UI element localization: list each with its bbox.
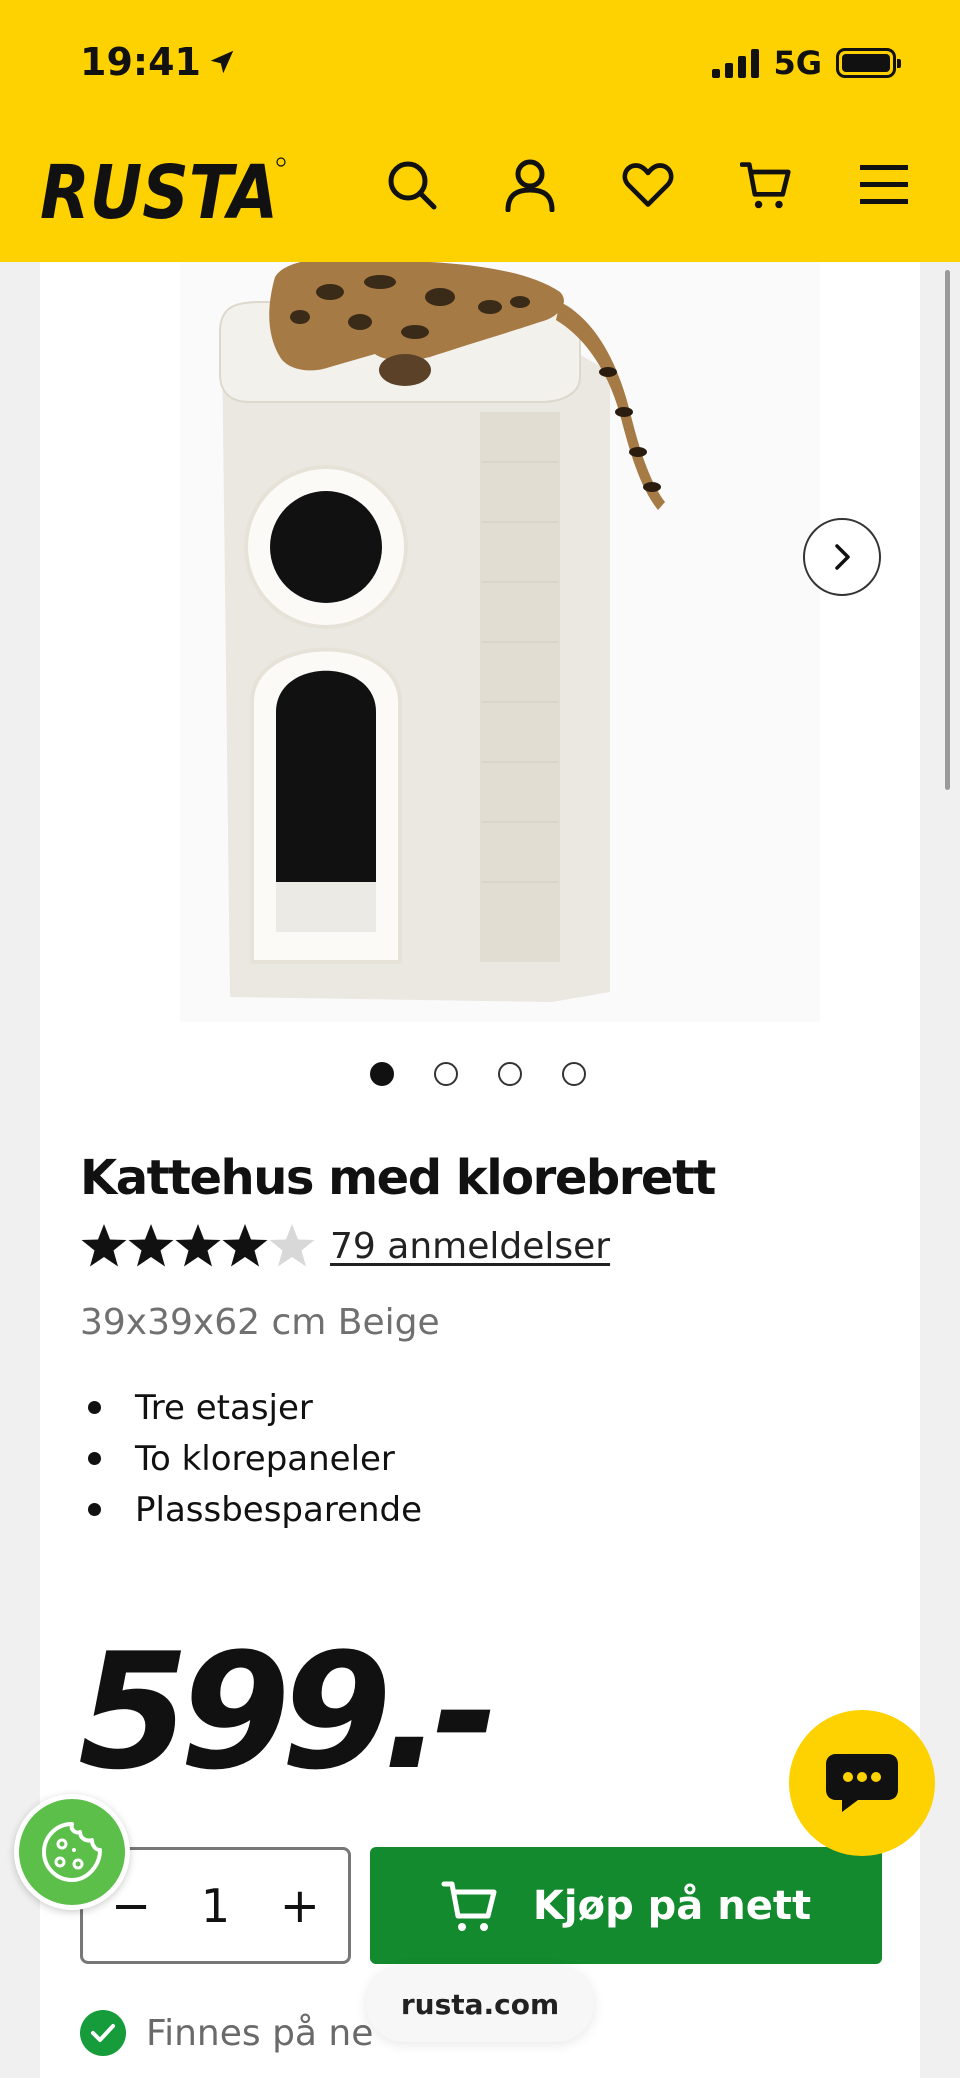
chevron-right-icon <box>835 544 850 570</box>
buy-online-button[interactable]: Kjøp på nett <box>370 1847 882 1964</box>
stock-label: Finnes på ne <box>146 2012 374 2054</box>
network-label: 5G <box>773 44 822 82</box>
increase-quantity-button[interactable]: + <box>280 1878 320 1934</box>
chat-bubble-icon <box>826 1754 898 1812</box>
cart-icon[interactable] <box>740 157 792 213</box>
stock-status: Finnes på ne <box>80 2010 373 2056</box>
product-rating[interactable]: 79 anmeldelser <box>80 1222 610 1270</box>
gallery-dot[interactable] <box>498 1062 522 1086</box>
gallery-dot[interactable] <box>370 1062 394 1086</box>
rusta-logo[interactable]: RUSTA <box>38 148 288 236</box>
header: 19:41 5G RUSTA <box>0 0 960 262</box>
gallery-dot[interactable] <box>434 1062 458 1086</box>
browser-url-bar[interactable]: rusta.com <box>366 1966 594 2042</box>
gallery-next-button[interactable] <box>803 518 881 596</box>
product-price: 599.- <box>78 1618 499 1805</box>
feature-item: Tre etasjer <box>80 1382 422 1433</box>
cookie-settings-button[interactable] <box>14 1794 130 1910</box>
cookie-icon <box>42 1822 102 1882</box>
menu-icon[interactable] <box>858 157 910 213</box>
scrollbar[interactable] <box>945 270 950 790</box>
account-icon[interactable] <box>504 157 556 213</box>
heart-icon[interactable] <box>622 157 674 213</box>
product-card: Kattehus med klorebrett 79 anmeldelser 3… <box>40 257 920 2078</box>
quantity-value[interactable]: 1 <box>201 1879 230 1933</box>
product-image[interactable] <box>180 257 820 1022</box>
chat-button[interactable] <box>789 1710 935 1856</box>
feature-list: Tre etasjer To klorepaneler Plassbespare… <box>80 1382 422 1535</box>
product-title: Kattehus med klorebrett <box>80 1150 716 1206</box>
signal-icon <box>712 48 760 78</box>
check-icon <box>80 2010 126 2056</box>
gallery-pagination <box>370 1062 586 1086</box>
search-icon[interactable] <box>386 157 438 213</box>
feature-item: To klorepaneler <box>80 1433 422 1484</box>
battery-icon <box>836 48 901 78</box>
cart-icon <box>441 1881 497 1931</box>
header-nav <box>386 157 910 213</box>
gallery-dot[interactable] <box>562 1062 586 1086</box>
reviews-link[interactable]: 79 anmeldelser <box>330 1226 610 1267</box>
status-time: 19:41 <box>80 40 237 86</box>
feature-item: Plassbesparende <box>80 1484 422 1535</box>
buy-button-label: Kjøp på nett <box>532 1882 812 1929</box>
product-variant: 39x39x62 cm Beige <box>80 1302 440 1343</box>
status-indicators: 5G <box>712 44 901 82</box>
rating-stars <box>80 1222 316 1270</box>
svg-text:RUSTA: RUSTA <box>40 150 278 228</box>
location-arrow-icon <box>207 42 237 86</box>
